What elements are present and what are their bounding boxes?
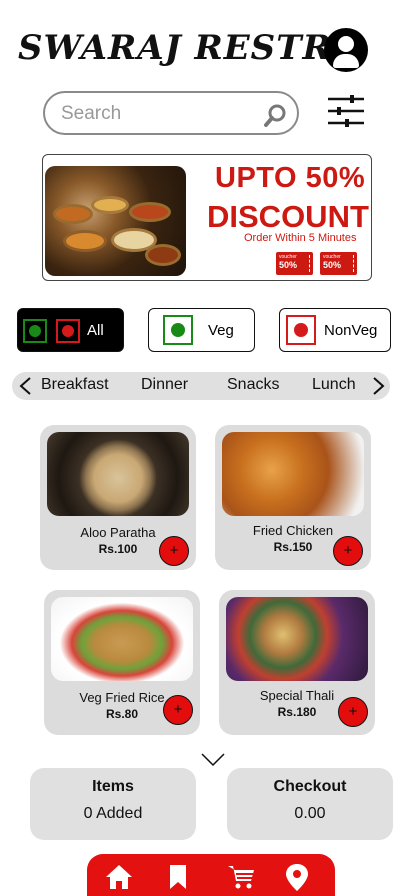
promo-headline-2: DISCOUNT <box>207 199 369 234</box>
chevron-right-icon[interactable] <box>368 376 388 396</box>
user-icon[interactable] <box>324 28 368 72</box>
items-count: 0 Added <box>83 805 143 822</box>
veg-icon <box>163 315 193 345</box>
cart-icon[interactable] <box>226 862 256 892</box>
add-to-cart-button[interactable]: + <box>163 695 193 725</box>
nonveg-icon <box>286 315 316 345</box>
promo-headline: UPTO 50% <box>215 162 366 194</box>
filter-veg-label: Veg <box>208 322 234 339</box>
veg-icon <box>23 319 47 343</box>
app-title: SWARAJ RESTRO <box>18 28 363 68</box>
home-icon[interactable] <box>104 862 134 892</box>
category-snacks[interactable]: Snacks <box>227 376 279 394</box>
promo-banner[interactable]: UPTO 50% DISCOUNT Order Within 5 Minutes… <box>42 154 372 281</box>
search-icon[interactable] <box>263 102 289 128</box>
checkout-total: 0.00 <box>294 805 326 822</box>
filter-all-button[interactable]: All <box>17 308 124 352</box>
checkout-title: Checkout <box>273 778 347 795</box>
items-summary: Items 0 Added <box>30 768 196 840</box>
sliders-icon[interactable] <box>326 94 366 128</box>
filter-nonveg-label: NonVeg <box>324 322 378 339</box>
location-pin-icon[interactable] <box>282 862 312 892</box>
special-thali-image <box>226 597 368 681</box>
add-to-cart-button[interactable]: + <box>333 536 363 566</box>
filter-veg-button[interactable]: Veg <box>148 308 255 352</box>
category-breakfast[interactable]: Breakfast <box>41 376 109 394</box>
promo-subtext: Order Within 5 Minutes <box>244 232 357 244</box>
chevron-down-icon[interactable] <box>201 753 225 767</box>
category-scroller: Breakfast Dinner Snacks Lunch <box>12 372 390 400</box>
filter-nonveg-button[interactable]: NonVeg <box>279 308 391 352</box>
veg-fried-rice-image <box>51 597 193 681</box>
search-input[interactable] <box>61 101 251 127</box>
category-lunch[interactable]: Lunch <box>312 376 356 394</box>
banner-food-image <box>45 166 186 276</box>
food-card[interactable]: Veg Fried Rice Rs.80 + <box>44 590 200 735</box>
bookmark-icon[interactable] <box>163 862 193 892</box>
food-card[interactable]: Fried Chicken Rs.150 + <box>215 425 371 570</box>
fried-chicken-image <box>222 432 364 516</box>
aloo-paratha-image <box>47 432 189 516</box>
add-to-cart-button[interactable]: + <box>159 536 189 566</box>
voucher-badge: voucher 50% <box>276 252 313 275</box>
food-card[interactable]: Aloo Paratha Rs.100 + <box>40 425 196 570</box>
add-to-cart-button[interactable]: + <box>338 697 368 727</box>
search-bar[interactable] <box>43 91 299 135</box>
nonveg-icon <box>56 319 80 343</box>
filter-all-label: All <box>87 322 104 339</box>
voucher-badge: voucher 50% <box>320 252 357 275</box>
category-dinner[interactable]: Dinner <box>141 376 188 394</box>
items-title: Items <box>92 778 134 795</box>
bottom-nav <box>87 854 335 896</box>
chevron-left-icon[interactable] <box>16 376 36 396</box>
food-card[interactable]: Special Thali Rs.180 + <box>219 590 375 735</box>
checkout-button[interactable]: Checkout 0.00 <box>227 768 393 840</box>
